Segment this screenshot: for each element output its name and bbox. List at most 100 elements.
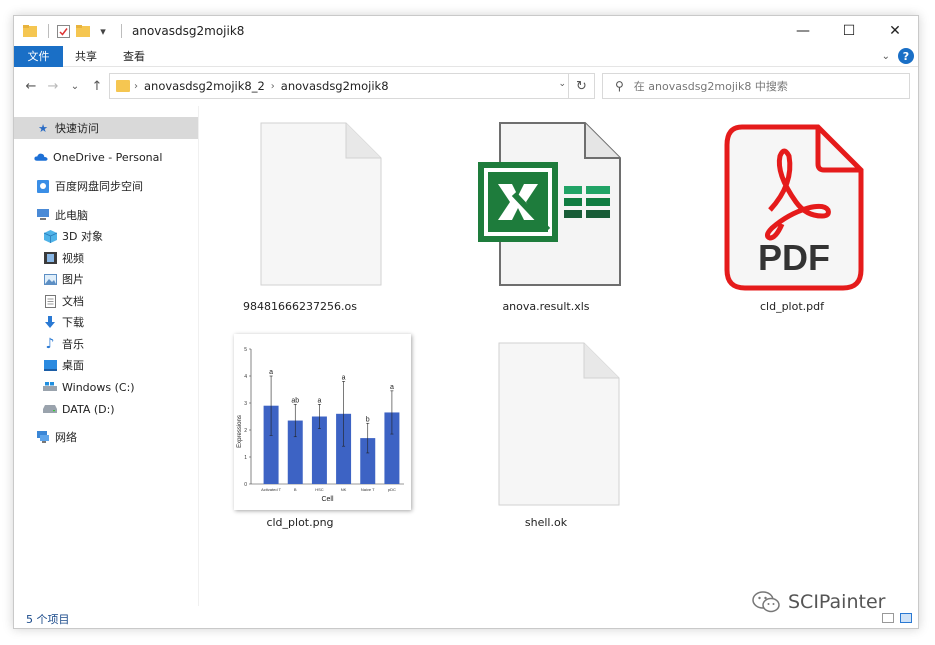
sidebar-item-baidu-netdisk[interactable]: 百度网盘同步空间: [14, 175, 198, 197]
blank-file-icon: [260, 122, 382, 286]
search-placeholder: 在 anovasdsg2mojik8 中搜索: [633, 80, 788, 93]
navigation-pane: ★ 快速访问 OneDrive - Personal 百度网盘同步空间 此电脑: [14, 113, 198, 608]
x-tick-label: B: [294, 487, 297, 492]
significance-letter: a: [390, 384, 394, 391]
sidebar-item-downloads[interactable]: 下载: [14, 311, 198, 333]
music-icon: ♪: [45, 336, 55, 352]
address-bar[interactable]: › anovasdsg2mojik8_2 › anovasdsg2mojik8 …: [109, 73, 595, 99]
window-title: anovasdsg2mojik8: [132, 24, 245, 38]
file-item[interactable]: anova.result.xls: [456, 114, 636, 314]
file-name: 98481666237256.os: [243, 300, 357, 313]
pane-divider: [198, 106, 199, 606]
significance-letter: b: [366, 416, 370, 423]
sidebar-item-label: 3D 对象: [62, 230, 103, 243]
sidebar-item-music[interactable]: ♪ 音乐: [14, 333, 198, 355]
breadcrumb-parent[interactable]: anovasdsg2mojik8_2: [144, 79, 265, 93]
window-controls: — ☐ ✕: [780, 16, 918, 46]
file-item[interactable]: 0 1 2 3 4 5 a Activated T ab Ba HSC a NK b Naive T a pDC…: [210, 320, 411, 529]
bar-chart-thumbnail: 0 1 2 3 4 5 a Activated T ab Ba HSC a NK b Naive T a pDC…: [237, 347, 404, 503]
sidebar-item-label: OneDrive - Personal: [53, 150, 163, 164]
refresh-button[interactable]: ↻: [568, 74, 594, 98]
properties-icon[interactable]: [55, 23, 71, 39]
forward-button[interactable]: →: [42, 75, 64, 97]
documents-icon: [43, 294, 57, 308]
pictures-icon: [43, 272, 57, 286]
expand-ribbon-icon[interactable]: ⌄: [882, 51, 890, 62]
large-icons-view-icon[interactable]: [900, 613, 912, 623]
sidebar-item-label: 下载: [62, 316, 84, 329]
x-tick-label: NK: [341, 487, 347, 492]
watermark: SCIPainter: [752, 591, 885, 613]
toolbar-separator: [48, 24, 49, 38]
file-item[interactable]: shell.ok: [456, 320, 636, 529]
new-folder-icon[interactable]: [75, 23, 91, 39]
sidebar-item-3d-objects[interactable]: 3D 对象: [14, 225, 198, 247]
x-tick-label: HSC: [315, 487, 324, 492]
tab-view[interactable]: 查看: [110, 46, 158, 67]
back-button[interactable]: ←: [20, 75, 42, 97]
blank-file-icon: [498, 342, 620, 506]
sidebar-item-network[interactable]: 网络: [14, 426, 198, 448]
title-bar: ▾ anovasdsg2mojik8 — ☐ ✕: [14, 16, 918, 46]
tab-share[interactable]: 共享: [62, 46, 110, 67]
download-icon: [43, 315, 57, 329]
sidebar-item-drive-c[interactable]: Windows (C:): [14, 376, 198, 398]
chevron-down-icon[interactable]: ⌄: [558, 79, 566, 89]
breadcrumb-current[interactable]: anovasdsg2mojik8: [281, 79, 389, 93]
significance-letter: a: [317, 397, 321, 404]
folder-icon: [116, 80, 130, 92]
sidebar-item-label: 桌面: [62, 359, 84, 372]
maximize-button[interactable]: ☐: [826, 16, 872, 46]
sidebar-item-label: 音乐: [62, 338, 84, 351]
sidebar-item-label: 百度网盘同步空间: [55, 180, 143, 193]
desktop-icon: [43, 358, 57, 372]
help-icon[interactable]: ?: [898, 48, 914, 64]
navigation-bar: ← → ⌄ ↑ › anovasdsg2mojik8_2 › anovasdsg…: [14, 71, 918, 101]
ribbon-tabs: 文件 主页 共享 查看 ⌄ ?: [14, 45, 918, 67]
sidebar-item-label: DATA (D:): [62, 402, 115, 416]
sidebar-item-videos[interactable]: 视频: [14, 247, 198, 269]
y-tick-label: 3: [244, 401, 247, 407]
watermark-text: SCIPainter: [788, 591, 886, 613]
tab-file[interactable]: 文件: [14, 45, 63, 67]
sidebar-item-documents[interactable]: 文档: [14, 290, 198, 312]
video-icon: [43, 251, 57, 265]
significance-letter: a: [269, 369, 273, 376]
drive-icon: [43, 380, 57, 394]
status-item-count: 5 个项目: [26, 613, 70, 626]
file-item[interactable]: PDF cld_plot.pdf: [702, 114, 882, 314]
file-name: shell.ok: [524, 516, 568, 529]
folder-icon: [22, 23, 38, 39]
customize-toolbar-icon[interactable]: ▾: [95, 23, 111, 39]
file-name: cld_plot.pdf: [759, 300, 824, 313]
sidebar-item-label: 图片: [62, 273, 84, 286]
sidebar-item-pictures[interactable]: 图片: [14, 268, 198, 290]
file-name: cld_plot.png: [266, 516, 334, 529]
file-name: anova.result.xls: [502, 300, 590, 313]
chevron-right-icon[interactable]: ›: [134, 81, 138, 92]
sidebar-item-quick-access[interactable]: ★ 快速访问: [14, 117, 198, 139]
chevron-right-icon[interactable]: ›: [271, 81, 275, 92]
computer-icon: [36, 208, 50, 222]
details-view-icon[interactable]: [882, 613, 894, 623]
quick-access-toolbar: ▾ anovasdsg2mojik8: [22, 16, 244, 46]
pdf-file-icon: PDF: [724, 124, 864, 291]
network-icon: [36, 430, 50, 444]
close-button[interactable]: ✕: [872, 16, 918, 46]
search-input[interactable]: ⚲ 在 anovasdsg2mojik8 中搜索: [602, 73, 910, 99]
recent-locations-button[interactable]: ⌄: [64, 75, 86, 97]
search-icon: ⚲: [615, 79, 624, 93]
significance-letter: ab: [291, 397, 299, 404]
up-button[interactable]: ↑: [86, 75, 108, 97]
sidebar-item-drive-d[interactable]: DATA (D:): [14, 398, 198, 420]
minimize-button[interactable]: —: [780, 16, 826, 46]
sidebar-item-onedrive[interactable]: OneDrive - Personal: [14, 146, 198, 168]
file-item[interactable]: 98481666237256.os: [210, 114, 390, 314]
star-icon: ★: [38, 121, 48, 135]
sidebar-item-label: 快速访问: [55, 122, 99, 135]
sidebar-item-label: 网络: [55, 431, 77, 444]
y-axis-label: Expressions: [237, 415, 243, 448]
sidebar-item-this-pc[interactable]: 此电脑: [14, 204, 198, 226]
y-tick-label: 1: [244, 455, 247, 461]
sidebar-item-desktop[interactable]: 桌面: [14, 354, 198, 376]
